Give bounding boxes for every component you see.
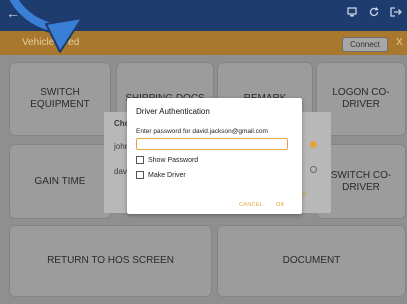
show-password-label: Show Password xyxy=(148,156,199,164)
cancel-button[interactable]: CANCEL xyxy=(239,202,263,208)
connect-button[interactable]: Connect xyxy=(342,37,388,52)
password-input[interactable] xyxy=(136,138,288,150)
gain-time-button[interactable]: GAIN TIME xyxy=(9,144,111,219)
password-prompt: Enter password for david.jackson@gmail.c… xyxy=(136,128,268,135)
driver-authentication-dialog: Driver Authentication Enter password for… xyxy=(127,98,302,214)
driver-option-1[interactable]: johr xyxy=(114,142,127,151)
document-button[interactable]: DOCUMENT xyxy=(217,225,406,297)
tutorial-arrow-icon xyxy=(8,0,83,53)
make-driver-label: Make Driver xyxy=(148,171,186,179)
show-password-checkbox[interactable] xyxy=(136,156,144,164)
make-driver-row[interactable]: Make Driver xyxy=(136,171,186,179)
refresh-icon[interactable] xyxy=(368,6,380,21)
return-to-hos-button[interactable]: RETURN TO HOS SCREEN xyxy=(9,225,212,297)
dialog-title: Driver Authentication xyxy=(136,107,210,116)
device-icon[interactable] xyxy=(346,6,358,21)
logout-icon[interactable] xyxy=(389,6,403,21)
driver-radio-2[interactable] xyxy=(310,166,317,173)
ok-button[interactable]: OK xyxy=(276,202,285,208)
close-status-button[interactable]: X xyxy=(396,37,403,48)
show-password-row[interactable]: Show Password xyxy=(136,156,198,164)
make-driver-checkbox[interactable] xyxy=(136,171,144,179)
driver-radio-1[interactable] xyxy=(310,141,317,148)
